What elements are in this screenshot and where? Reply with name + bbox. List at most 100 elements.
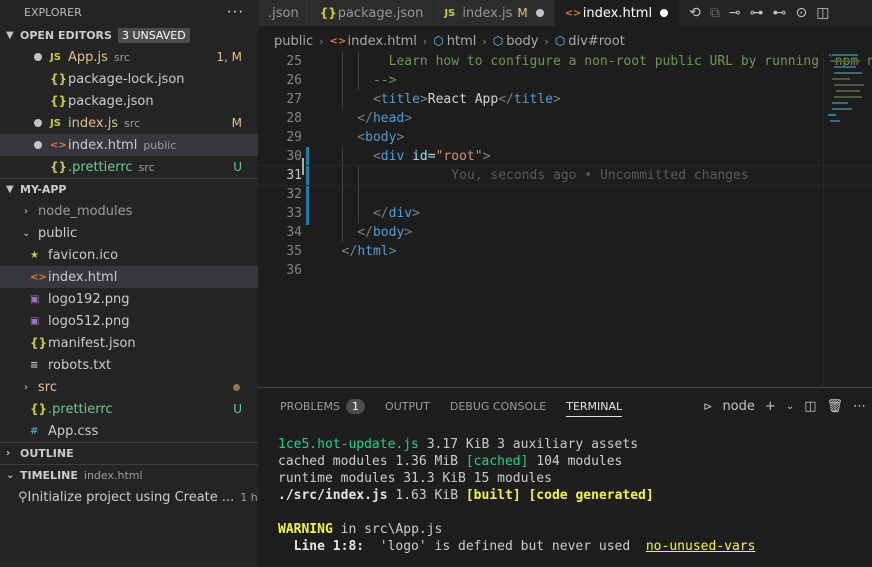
- unsaved-dot-icon[interactable]: [660, 9, 669, 17]
- chevron-right-icon: ›: [319, 34, 324, 48]
- minimap[interactable]: [823, 52, 872, 387]
- text-file-icon: ≡: [30, 359, 39, 371]
- outline-section[interactable]: › OUTLINE: [0, 442, 258, 464]
- code-token: <: [326, 92, 381, 107]
- code-token: id: [412, 149, 428, 164]
- code-token: <: [326, 149, 381, 164]
- html-file-icon: <>: [50, 139, 67, 151]
- tab-debug-console[interactable]: DEBUG CONSOLE: [450, 400, 546, 413]
- modified-dot-icon: [233, 383, 240, 391]
- open-editors-section[interactable]: ▼ OPEN EDITORS 3 UNSAVED: [0, 24, 258, 46]
- tab-index-js[interactable]: JS index.js M: [434, 0, 555, 26]
- code-token: head: [372, 111, 405, 126]
- breadcrumb-item[interactable]: html: [447, 34, 477, 49]
- code-line: 30 <div id="root">: [258, 147, 872, 166]
- file-name: App.js: [68, 49, 108, 65]
- open-editor-item[interactable]: {} package-lock.json: [0, 68, 258, 90]
- panel-tabs: PROBLEMS 1 OUTPUT DEBUG CONSOLE TERMINAL …: [258, 388, 872, 424]
- code-line: 31 You, seconds ago • Uncommitted change…: [258, 158, 872, 186]
- line-number: 27: [286, 92, 302, 107]
- git-status: M: [231, 116, 242, 130]
- file-item[interactable]: # App.css: [0, 420, 258, 442]
- tab-package-json[interactable]: {} package.json: [309, 0, 435, 26]
- open-editor-item[interactable]: {} package.json: [0, 90, 258, 112]
- split-editor-icon[interactable]: ◫: [816, 5, 829, 21]
- file-item[interactable]: ▣ logo192.png: [0, 288, 258, 310]
- code-line: 29 <body>: [258, 128, 872, 147]
- terminal-token: ./src/index.js: [278, 488, 388, 503]
- tab-problems[interactable]: PROBLEMS 1: [280, 398, 366, 414]
- terminal-line: [278, 504, 755, 521]
- trash-icon[interactable]: 🗑: [826, 399, 843, 414]
- compare-changes-icon[interactable]: ⧉: [710, 5, 720, 21]
- breadcrumb-item[interactable]: div#root: [568, 34, 625, 49]
- project-label: MY-APP: [20, 183, 67, 196]
- toggle-blame-icon[interactable]: ⊙: [796, 5, 808, 21]
- file-name: logo192.png: [48, 291, 130, 307]
- unsaved-dot-icon: [34, 53, 50, 61]
- file-item[interactable]: ★ favicon.ico: [0, 244, 258, 266]
- folder-node-modules[interactable]: › node_modules: [0, 200, 258, 222]
- src-files-list: {} .prettierrc U # App.css: [0, 398, 258, 442]
- file-name: logo512.png: [48, 313, 130, 329]
- file-item[interactable]: ▣ logo512.png: [0, 310, 258, 332]
- git-commit-icon: ⚲: [18, 489, 28, 505]
- json-file-icon: {}: [50, 94, 68, 108]
- file-item[interactable]: ≡ robots.txt: [0, 354, 258, 376]
- git-commit-icon[interactable]: ⊸: [729, 5, 741, 21]
- chevron-right-icon: ›: [6, 448, 11, 459]
- tab-label: .json: [268, 5, 299, 21]
- next-change-icon[interactable]: ⊷: [773, 5, 787, 21]
- folder-label: src: [38, 379, 57, 395]
- history-icon[interactable]: ⟲: [689, 5, 701, 21]
- git-status: U: [233, 402, 242, 416]
- previous-change-icon[interactable]: ⊶: [750, 5, 764, 21]
- terminal-token: [cached]: [465, 454, 529, 469]
- outline-label: OUTLINE: [20, 447, 74, 460]
- open-editor-item[interactable]: <> index.html public: [0, 134, 258, 156]
- terminal-token: 104 modules: [528, 454, 623, 469]
- code-line: 26 -->: [258, 71, 872, 90]
- line-content: You, seconds ago • Uncommitted changes: [326, 168, 748, 183]
- open-editor-item[interactable]: JS index.js src M: [0, 112, 258, 134]
- terminal-name[interactable]: node: [722, 399, 754, 414]
- more-actions-icon[interactable]: ···: [227, 3, 244, 21]
- more-actions-icon[interactable]: ⋯: [853, 399, 866, 414]
- code-token: </: [326, 111, 373, 126]
- terminal-output[interactable]: 1ce5.hot-update.js 3.17 KiB 3 auxiliary …: [278, 436, 755, 555]
- tab-terminal[interactable]: TERMINAL: [566, 400, 623, 417]
- tab-list: .json {} package.json JS index.js M <> index.ht…: [258, 0, 680, 26]
- terminal-token: [code generated]: [528, 488, 654, 503]
- timeline-section[interactable]: ⌄ TIMELINE index.html: [0, 464, 258, 486]
- code-line: 34 </body>: [258, 223, 872, 242]
- folder-src[interactable]: › src: [0, 376, 258, 398]
- terminal-token: 1ce5.hot-update.js: [278, 437, 419, 452]
- breadcrumb-item[interactable]: index.html: [348, 34, 417, 49]
- unsaved-dot: [34, 119, 42, 127]
- file-item[interactable]: {} manifest.json: [0, 332, 258, 354]
- project-section[interactable]: ▼ MY-APP: [0, 178, 258, 200]
- tab-output[interactable]: OUTPUT: [385, 400, 430, 413]
- timeline-entry[interactable]: ⚲ Initialize project using Create ... 1 …: [0, 486, 258, 508]
- open-editor-item[interactable]: {} .prettierrc src U: [0, 156, 258, 178]
- tab-json[interactable]: .json: [258, 0, 310, 26]
- file-name: .prettierrc: [48, 401, 113, 417]
- tab-index-html[interactable]: <> index.html: [554, 0, 680, 26]
- editor-tabs: .json {} package.json JS index.js M <> index.ht…: [258, 0, 872, 26]
- new-terminal-icon[interactable]: +: [765, 399, 776, 414]
- terminal-token: in src\App.js: [332, 522, 443, 537]
- open-editor-item[interactable]: JS App.js src 1, M: [0, 46, 258, 68]
- breadcrumb-item[interactable]: public: [274, 34, 313, 49]
- code-editor[interactable]: 25 Learn how to configure a non-root pub…: [258, 52, 872, 387]
- file-item[interactable]: {} .prettierrc U: [0, 398, 258, 420]
- line-number: 25: [286, 54, 302, 69]
- folder-public[interactable]: ⌄ public: [0, 222, 258, 244]
- file-item[interactable]: <> index.html: [0, 266, 258, 288]
- chevron-down-icon[interactable]: ⌄: [786, 401, 794, 412]
- code-token: >: [404, 225, 413, 240]
- unsaved-dot-icon[interactable]: [535, 9, 544, 17]
- split-terminal-icon[interactable]: ◫: [804, 399, 816, 414]
- line-number: 33: [286, 206, 302, 221]
- timeline-label: TIMELINE: [20, 469, 78, 482]
- breadcrumb-item[interactable]: body: [506, 34, 538, 49]
